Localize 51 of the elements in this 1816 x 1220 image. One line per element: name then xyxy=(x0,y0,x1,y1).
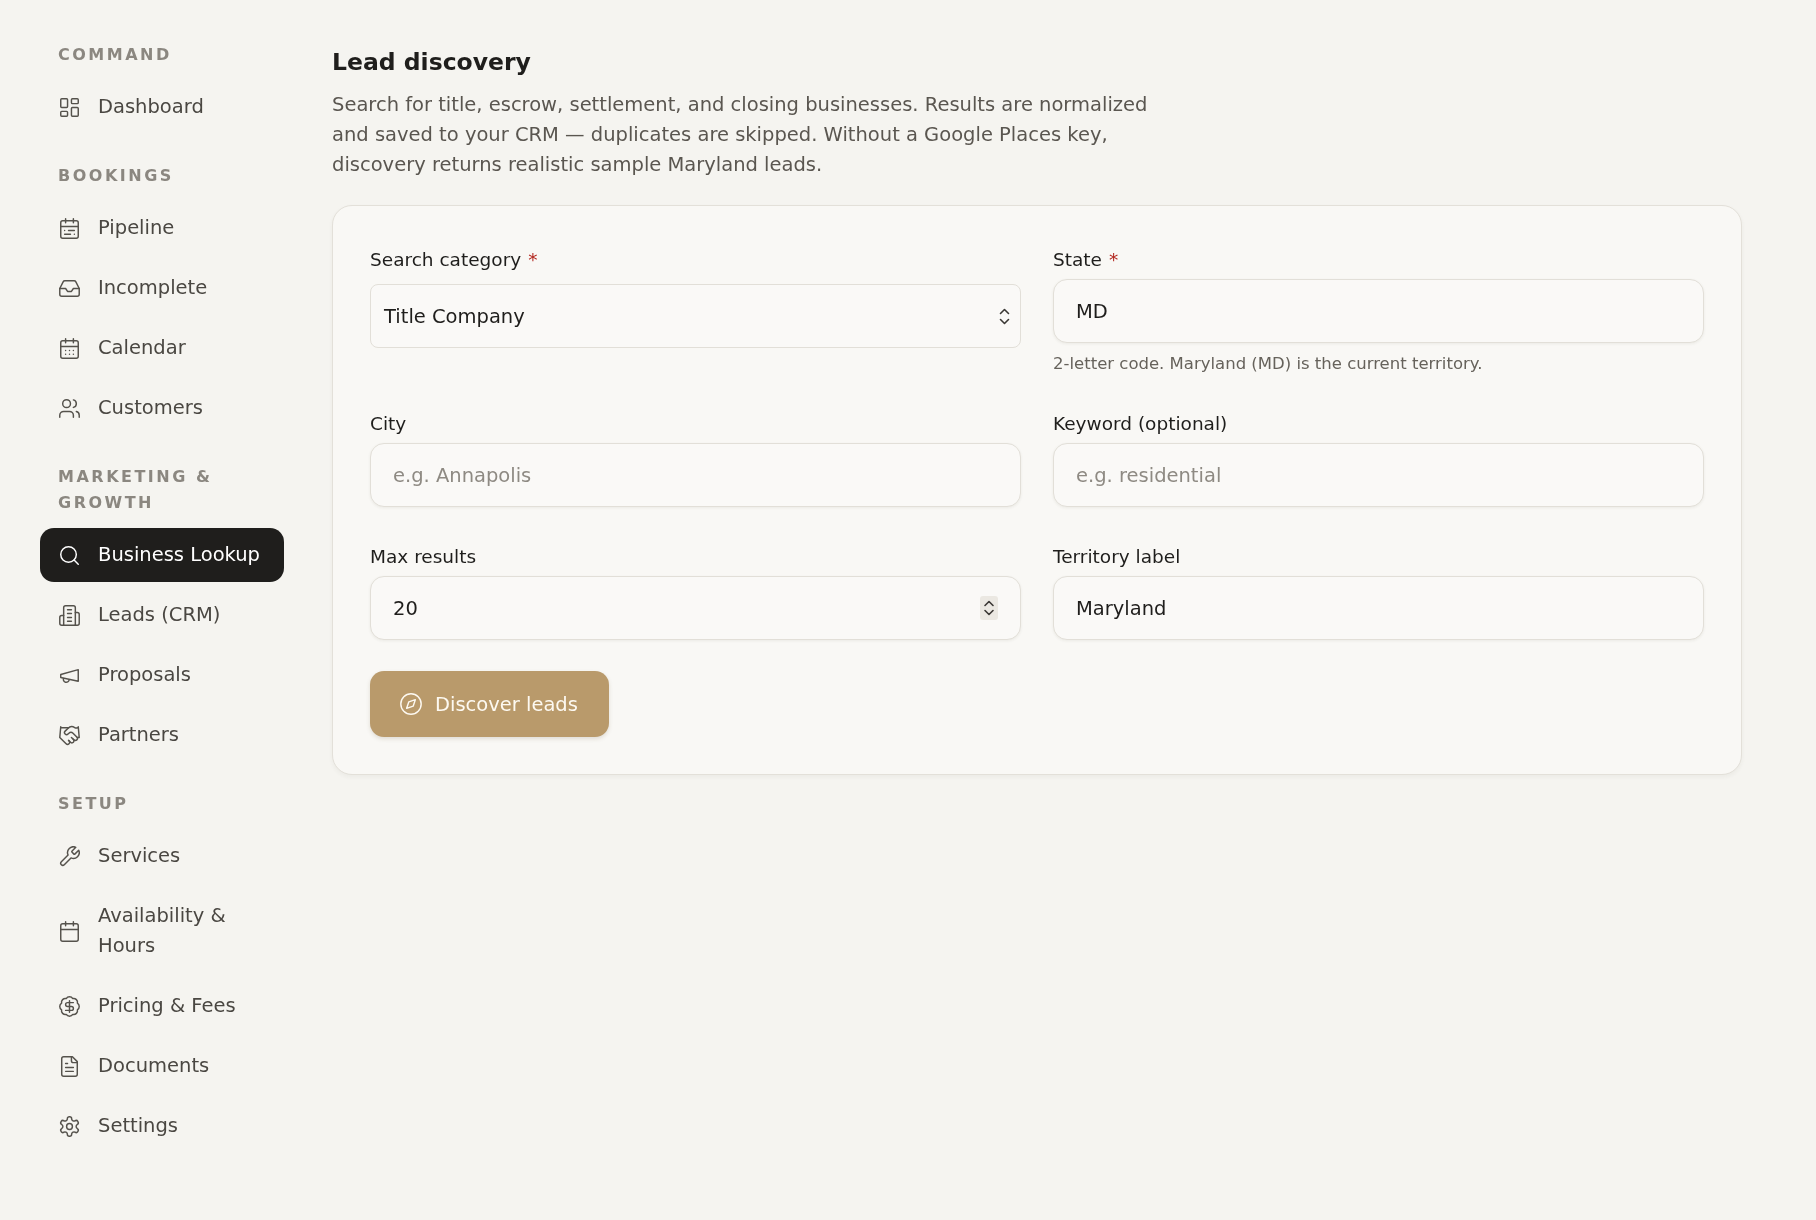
section-heading: SETUP xyxy=(57,793,130,815)
sidebar-item[interactable]: Availability & Hours xyxy=(40,889,284,973)
text-field[interactable]: Maryland xyxy=(1053,576,1704,640)
sidebar-item[interactable]: Services xyxy=(40,829,284,883)
text-field[interactable]: e.g. residential xyxy=(1053,443,1704,507)
required-mark: * xyxy=(1109,248,1119,272)
sidebar-item[interactable]: Partners xyxy=(40,708,284,762)
layout-grid-icon xyxy=(59,96,80,118)
wrench-icon xyxy=(59,845,80,867)
field-label: City xyxy=(370,412,407,436)
settings-icon xyxy=(59,1115,80,1137)
compass-icon xyxy=(400,693,422,715)
required-mark: * xyxy=(528,248,538,272)
chevrons-up-down-icon xyxy=(999,307,1010,325)
text-field[interactable]: MD xyxy=(1053,279,1704,343)
sidebar-item[interactable]: Documents xyxy=(40,1039,284,1093)
inbox-icon xyxy=(59,277,80,299)
sidebar-item[interactable]: Leads (CRM) xyxy=(40,588,284,642)
sidebar-item[interactable]: Incomplete xyxy=(40,261,284,315)
section-heading: BOOKINGS xyxy=(57,165,175,187)
sidebar-item[interactable]: Pricing & Fees xyxy=(40,979,284,1033)
field-label: Territory label xyxy=(1053,545,1181,569)
page-title: Lead discovery xyxy=(332,47,532,78)
stepper-icon[interactable] xyxy=(980,596,998,620)
sidebar-item[interactable]: Pipeline xyxy=(40,201,284,255)
handshake-icon xyxy=(59,724,80,746)
sidebar-item[interactable]: Proposals xyxy=(40,648,284,702)
field-label: Search category xyxy=(370,248,522,272)
sidebar-item[interactable]: Business Lookup xyxy=(40,528,284,582)
field-hint: 2-letter code. Maryland (MD) is the current territory. xyxy=(1053,354,1484,374)
field-label: State xyxy=(1053,248,1102,272)
dollar-badge-icon xyxy=(59,995,80,1017)
sidebar-item[interactable]: Dashboard xyxy=(40,80,284,134)
calendar-icon xyxy=(59,920,80,942)
number-field[interactable]: 20 xyxy=(370,576,1021,640)
sidebar-item[interactable]: Calendar xyxy=(40,321,284,375)
section-heading: COMMAND xyxy=(57,44,173,66)
sidebar-item[interactable]: Settings xyxy=(40,1099,284,1153)
calendar-icon xyxy=(59,337,80,359)
text-field[interactable]: e.g. Annapolis xyxy=(370,443,1021,507)
calendar-list-icon xyxy=(59,217,80,239)
field-label: Max results xyxy=(370,545,477,569)
sidebar-item[interactable]: Customers xyxy=(40,381,284,435)
page-description: Search for title, escrow, settlement, and closing businesses. Results are normalized and saved to your CRM — duplicates are skipped. Without a Google Places key, discovery returns realistic sample Maryland leads. xyxy=(332,92,1149,178)
document-icon xyxy=(59,1055,80,1077)
select-field[interactable]: Title Company xyxy=(370,284,1021,348)
field-label: Keyword (optional) xyxy=(1053,412,1228,436)
section-heading: MARKETING & GROWTH xyxy=(57,466,214,514)
search-icon xyxy=(59,544,80,566)
users-icon xyxy=(59,397,80,419)
building-icon xyxy=(59,604,80,626)
